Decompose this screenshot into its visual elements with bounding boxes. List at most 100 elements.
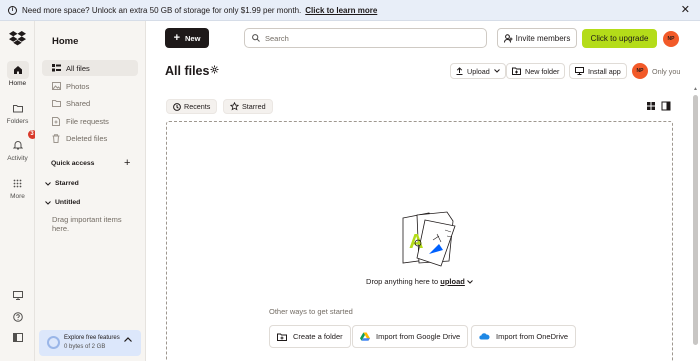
plus-icon: + xyxy=(173,32,180,44)
scrollbar[interactable] xyxy=(693,95,698,345)
info-icon: i xyxy=(8,5,17,15)
install-app-button[interactable]: Install app xyxy=(569,63,627,79)
home-icon xyxy=(6,61,29,79)
drag-hint: Drag important items here. xyxy=(52,215,122,233)
upload-label: Upload xyxy=(467,66,490,76)
banner-message: Need more space? Unlock an extra 50 GB o… xyxy=(22,5,302,15)
quick-access-heading: Quick access xyxy=(51,160,95,167)
google-drive-icon xyxy=(360,332,370,341)
folder-plus-icon xyxy=(512,67,521,75)
sidebar-item-deleted-files[interactable]: Deleted files xyxy=(42,130,138,146)
rail-home[interactable]: Home xyxy=(0,61,35,87)
drop-text: Drop anything here to xyxy=(366,277,439,286)
upgrade-button[interactable]: Click to upgrade xyxy=(582,29,657,48)
grid-icon xyxy=(7,174,29,192)
sidebar-item-label: Deleted files xyxy=(66,133,108,143)
side-panel-icon[interactable] xyxy=(661,101,671,111)
tab-recents-label: Recents xyxy=(184,102,211,111)
sidebar-item-file-requests[interactable]: File requests xyxy=(42,113,138,129)
drop-instructions: Drop anything here to upload xyxy=(167,277,672,286)
drop-zone[interactable]: A Drop anything here to upload Other way… xyxy=(166,121,673,361)
photo-icon xyxy=(51,81,61,91)
storage-usage: 0 bytes of 2 GB xyxy=(64,344,106,350)
help-icon[interactable] xyxy=(11,310,24,323)
clock-icon xyxy=(173,102,181,111)
close-icon[interactable]: ✕ xyxy=(681,4,690,16)
page-title: All files xyxy=(165,64,210,78)
storage-banner: i Need more space? Unlock an extra 50 GB… xyxy=(0,0,700,21)
search-input[interactable]: Search xyxy=(244,28,487,48)
sidebar-item-label: File requests xyxy=(66,116,109,126)
import-google-drive-button[interactable]: Import from Google Drive xyxy=(352,325,469,348)
tab-recents[interactable]: Recents xyxy=(166,99,218,114)
search-icon xyxy=(252,34,260,42)
rail-more-label: More xyxy=(10,193,25,200)
add-quick-access-icon[interactable]: + xyxy=(124,158,130,169)
files-icon xyxy=(51,63,61,73)
untitled-label: Untitled xyxy=(55,199,81,206)
import-google-drive-label: Import from Google Drive xyxy=(376,332,461,341)
avatar[interactable]: NP xyxy=(663,31,679,47)
rail-folders[interactable]: Folders xyxy=(0,99,35,125)
install-app-label: Install app xyxy=(588,66,621,76)
rail-more[interactable]: More xyxy=(0,174,35,200)
new-folder-button[interactable]: New folder xyxy=(506,63,566,79)
grid-view-icon[interactable] xyxy=(646,101,656,111)
desktop-app-icon[interactable] xyxy=(11,289,24,302)
onedrive-icon xyxy=(479,333,490,340)
dropbox-logo[interactable] xyxy=(9,31,26,46)
file-upload-illustration: A xyxy=(402,211,456,267)
sidebar-item-shared[interactable]: Shared xyxy=(42,95,138,111)
new-button-label: New xyxy=(185,33,201,43)
create-folder-button[interactable]: Create a folder xyxy=(269,325,351,348)
starred-section[interactable]: Starred xyxy=(45,180,79,187)
search-placeholder: Search xyxy=(265,33,289,43)
other-ways-heading: Other ways to get started xyxy=(269,307,353,316)
untitled-section[interactable]: Untitled xyxy=(45,199,80,206)
starred-label: Starred xyxy=(55,180,79,187)
tab-starred-label: Starred xyxy=(242,102,266,111)
upload-icon xyxy=(456,67,463,75)
svg-text:A: A xyxy=(409,231,423,253)
sidebar-title: Home xyxy=(52,36,79,47)
sidebar-item-all-files[interactable]: All files xyxy=(42,60,138,76)
gear-icon[interactable] xyxy=(210,65,219,74)
chevron-down-icon xyxy=(45,181,51,186)
bell-icon: 3 xyxy=(7,130,37,154)
create-folder-label: Create a folder xyxy=(293,332,343,341)
upload-link[interactable]: upload xyxy=(440,277,465,286)
explore-features-card[interactable]: Explore free features 0 bytes of 2 GB xyxy=(39,330,141,356)
rail-folders-label: Folders xyxy=(6,118,29,125)
sidebar: Home All files Photos Shared File reques… xyxy=(35,21,146,361)
nav-rail: Home Folders 3 Activity More xyxy=(0,21,37,361)
shared-icon xyxy=(51,98,61,108)
import-onedrive-button[interactable]: Import from OneDrive xyxy=(471,325,577,348)
access-label: Only you xyxy=(652,67,681,76)
new-folder-label: New folder xyxy=(525,66,560,76)
chevron-down-icon xyxy=(467,280,473,284)
sidebar-item-label: All files xyxy=(66,63,90,73)
invite-label: Invite members xyxy=(515,33,571,43)
invite-members-button[interactable]: Invite members xyxy=(497,28,577,48)
storage-ring-icon xyxy=(47,336,60,349)
rail-activity[interactable]: 3 Activity xyxy=(0,130,37,162)
rail-home-label: Home xyxy=(8,80,27,87)
sidebar-item-photos[interactable]: Photos xyxy=(42,78,138,94)
explore-title: Explore free features xyxy=(64,335,120,341)
tab-starred[interactable]: Starred xyxy=(223,99,273,114)
folder-plus-icon xyxy=(277,333,287,341)
trash-icon xyxy=(51,133,61,143)
learn-more-link[interactable]: Click to learn more xyxy=(305,6,377,15)
chevron-up-icon xyxy=(124,337,132,342)
desktop-icon xyxy=(575,67,584,75)
new-button[interactable]: + New xyxy=(165,28,209,48)
scroll-up-arrow[interactable]: ▲ xyxy=(693,86,698,92)
rail-activity-label: Activity xyxy=(7,155,28,162)
chevron-down-icon xyxy=(493,69,500,73)
import-onedrive-label: Import from OneDrive xyxy=(496,332,569,341)
add-person-icon xyxy=(503,33,513,43)
owner-avatar: NP xyxy=(632,63,648,79)
upload-button[interactable]: Upload xyxy=(450,63,506,79)
collapse-sidebar-icon[interactable] xyxy=(11,331,24,344)
sidebar-item-label: Photos xyxy=(66,81,90,91)
